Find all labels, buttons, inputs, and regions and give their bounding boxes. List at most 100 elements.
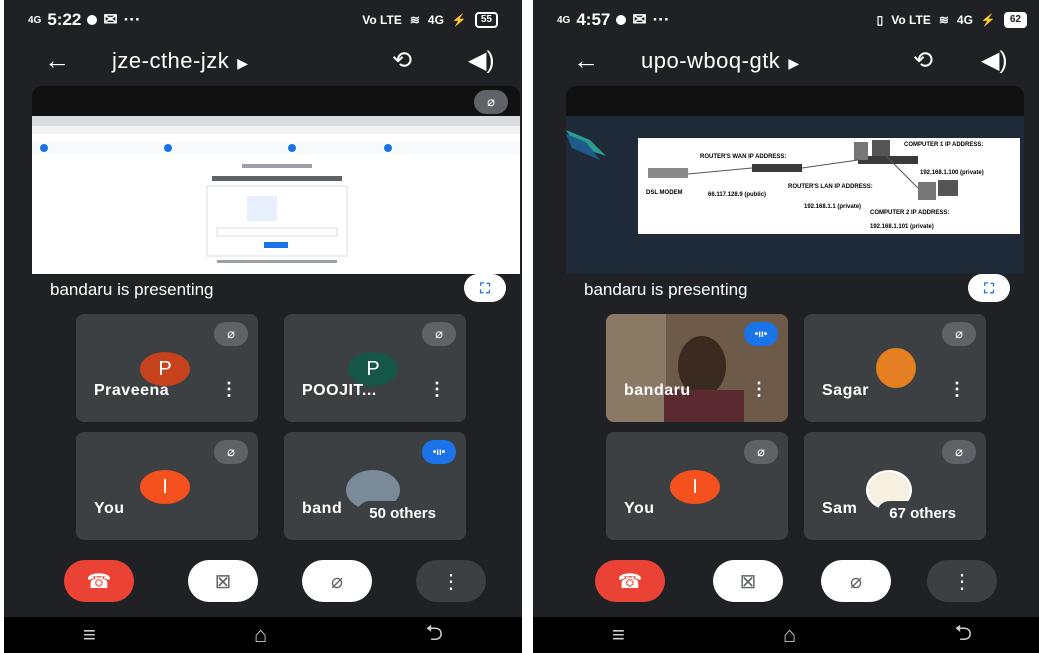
mic-off-icon: ⌀ <box>330 570 344 593</box>
camera-toggle-button[interactable]: ⊠ <box>188 560 258 602</box>
more-vert-icon[interactable]: ⋮ <box>428 379 446 400</box>
notification-icon <box>616 15 627 25</box>
meeting-code-text: jze-cthe-jzk <box>112 48 230 73</box>
video-off-icon: ⊠ <box>214 570 232 593</box>
presenting-label: bandaru is presenting <box>32 274 520 306</box>
participant-tile[interactable]: ⌀ Sagar ⋮ <box>804 314 986 422</box>
speaking-icon: •ıı• <box>422 440 456 464</box>
mic-toggle-button[interactable]: ⌀ <box>302 560 372 602</box>
more-notifications: ··· <box>123 10 141 29</box>
others-count[interactable]: 67 others <box>877 501 968 526</box>
meeting-code[interactable]: jze-cthe-jzk ▶ <box>112 48 249 74</box>
mic-toggle-button[interactable]: ⌀ <box>821 560 891 602</box>
more-vert-icon[interactable]: ⋮ <box>750 379 768 400</box>
back-arrow-icon[interactable]: ← <box>573 45 599 76</box>
participant-name: Praveena <box>94 382 170 399</box>
switch-camera-icon[interactable]: ⟲ <box>392 46 412 75</box>
avatar: I <box>670 470 720 504</box>
back-arrow-icon[interactable]: ← <box>44 45 70 76</box>
mic-off-icon: ⌀ <box>744 440 778 464</box>
network-diagram-slide: DSL MODEM ROUTER'S WAN IP ADDRESS: 66.11… <box>566 130 1020 234</box>
more-options-button[interactable]: ⋮ <box>927 560 997 602</box>
speaking-icon: •ıı• <box>744 322 778 346</box>
network-type: 4G <box>956 13 973 27</box>
meeting-code-text: upo-wboq-gtk <box>641 48 781 73</box>
mic-off-icon: ⌀ <box>849 570 863 593</box>
volte-icon: Vo LTE <box>362 13 402 27</box>
mic-off-icon: ⌀ <box>942 322 976 346</box>
participant-name: bandaru <box>624 382 691 399</box>
participant-tile-self[interactable]: ⌀ I You <box>606 432 788 540</box>
switch-camera-icon[interactable]: ⟲ <box>913 46 933 75</box>
presentation-view: ⌀ bandaru is presenting ⛶ <box>32 86 520 306</box>
diagram-lan-label: ROUTER'S LAN IP ADDRESS: <box>788 184 873 190</box>
phone-screen-left: 4G 5:22 ✉ ··· Vo LTE ≋ 4G ⚡ 55 ← jze-cth… <box>4 0 522 653</box>
speaker-icon[interactable]: ◀) <box>981 46 1007 75</box>
mic-off-icon: ⌀ <box>474 90 508 114</box>
wifi-icon: ≋ <box>938 13 949 27</box>
avatar: P <box>140 352 190 386</box>
more-vert-icon[interactable]: ⋮ <box>220 379 238 400</box>
more-vert-icon: ⋮ <box>952 570 972 593</box>
signal-icon: 4G <box>28 14 42 26</box>
participant-name: You <box>94 500 125 517</box>
end-call-icon: ☎ <box>617 570 643 593</box>
participant-name: You <box>624 500 655 517</box>
back-icon[interactable]: ⮌ <box>425 616 443 653</box>
menu-icon[interactable]: ≡ <box>83 622 96 648</box>
charging-icon: ⚡ <box>980 13 996 27</box>
participant-tile-self[interactable]: ⌀ I You <box>76 432 258 540</box>
shared-browser-screenshot <box>32 116 520 263</box>
android-nav-bar: ≡ ⌂ ⮌ <box>533 617 1039 653</box>
participant-tile-overflow[interactable]: ⌀ Sam 67 others <box>804 432 986 540</box>
meeting-code[interactable]: upo-wboq-gtk ▶ <box>641 48 800 74</box>
diagram-c1-label: COMPUTER 1 IP ADDRESS: <box>904 142 983 148</box>
home-icon[interactable]: ⌂ <box>254 622 267 648</box>
participant-tile[interactable]: ⌀ P Praveena ⋮ <box>76 314 258 422</box>
more-vert-icon: ⋮ <box>441 570 461 593</box>
participant-name: POOJIT... <box>302 382 377 399</box>
diagram-c1-ip: 192.168.1.100 (private) <box>920 170 984 176</box>
participant-tile-overflow[interactable]: •ıı• band 50 others <box>284 432 466 540</box>
signal-icon: 4G <box>557 14 571 26</box>
participant-tile-video[interactable]: •ıı• bandaru ⋮ <box>606 314 788 422</box>
end-call-button[interactable]: ☎ <box>64 560 134 602</box>
meeting-header: ← upo-wboq-gtk ▶ ⟲ ◀) <box>533 40 1039 80</box>
status-bar: 4G 5:22 ✉ ··· Vo LTE ≋ 4G ⚡ 55 <box>4 0 522 40</box>
mail-icon: ✉ <box>103 10 118 29</box>
more-options-button[interactable]: ⋮ <box>416 560 486 602</box>
expand-icon: ▶ <box>237 55 249 71</box>
video-off-icon: ⊠ <box>739 570 757 593</box>
volte-icon: Vo LTE <box>891 13 931 27</box>
participant-name: Sam <box>822 500 858 517</box>
more-vert-icon[interactable]: ⋮ <box>948 379 966 400</box>
notification-icon <box>87 15 98 25</box>
mic-off-icon: ⌀ <box>214 440 248 464</box>
menu-icon[interactable]: ≡ <box>612 622 625 648</box>
status-bar: 4G 4:57 ✉ ··· ▯ Vo LTE ≋ 4G ⚡ 62 <box>533 0 1039 40</box>
fullscreen-icon[interactable]: ⛶ <box>968 274 1010 302</box>
end-call-button[interactable]: ☎ <box>595 560 665 602</box>
avatar-photo <box>876 348 916 388</box>
presenting-label: bandaru is presenting <box>566 274 1024 306</box>
camera-toggle-button[interactable]: ⊠ <box>713 560 783 602</box>
network-type: 4G <box>427 13 444 27</box>
battery-level: 55 <box>474 12 498 28</box>
vibrate-icon: ▯ <box>876 13 884 27</box>
others-count[interactable]: 50 others <box>357 501 448 526</box>
phone-screen-right: 4G 4:57 ✉ ··· ▯ Vo LTE ≋ 4G ⚡ 62 ← upo-w… <box>533 0 1039 653</box>
divider <box>522 0 533 653</box>
home-icon[interactable]: ⌂ <box>783 622 796 648</box>
speaker-icon[interactable]: ◀) <box>468 46 494 75</box>
diagram-c2-ip: 192.168.1.101 (private) <box>870 224 934 230</box>
end-call-icon: ☎ <box>86 570 112 593</box>
diagram-lan-ip: 192.168.1.1 (private) <box>804 204 861 210</box>
battery-level: 62 <box>1003 12 1027 28</box>
participant-tile[interactable]: ⌀ P POOJIT... ⋮ <box>284 314 466 422</box>
back-icon[interactable]: ⮌ <box>954 616 972 653</box>
fullscreen-icon[interactable]: ⛶ <box>464 274 506 302</box>
avatar: I <box>140 470 190 504</box>
diagram-c2-label: COMPUTER 2 IP ADDRESS: <box>870 210 949 216</box>
diagram-modem-label: DSL MODEM <box>646 190 683 196</box>
presentation-view: DSL MODEM ROUTER'S WAN IP ADDRESS: 66.11… <box>566 86 1024 306</box>
